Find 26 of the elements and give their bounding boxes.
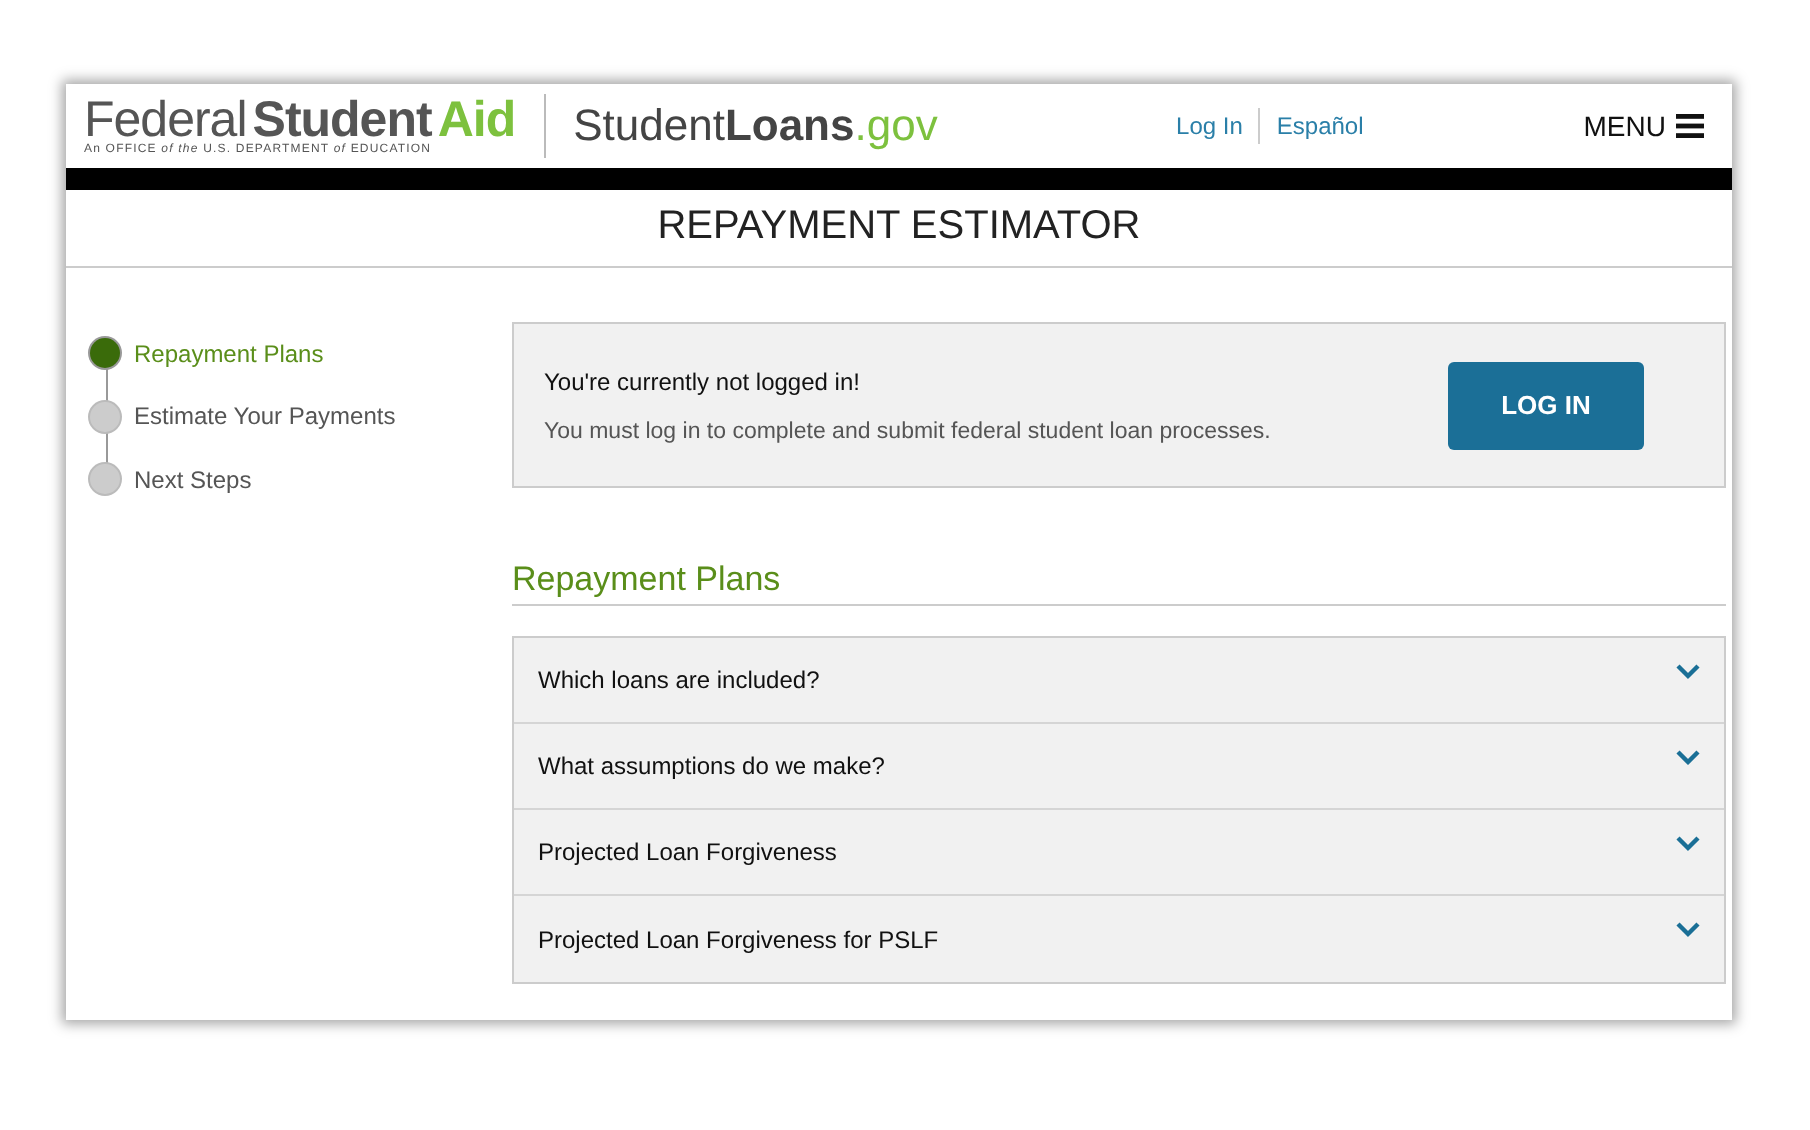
step-link[interactable]: Next Steps <box>134 465 252 494</box>
site-name-word: Student <box>573 100 725 152</box>
menu-button[interactable]: MENU <box>1583 110 1704 142</box>
accordion-item[interactable]: Which loans are included? <box>514 638 1724 724</box>
accordion-item[interactable]: What assumptions do we make? <box>514 724 1724 810</box>
login-button[interactable]: LOG IN <box>1448 361 1644 449</box>
page-title: REPAYMENT ESTIMATOR <box>66 190 1732 268</box>
chevron-down-icon <box>1676 922 1700 938</box>
step-link[interactable]: Repayment Plans <box>134 339 324 368</box>
logo-word: Aid <box>437 96 516 144</box>
notice-text: You must log in to complete and submit federal student loan processes. <box>544 419 1271 443</box>
site-name-word: Loans <box>724 100 855 152</box>
site-name-word: .gov <box>854 100 938 152</box>
accordion-item[interactable]: Projected Loan Forgiveness for PSLF <box>514 896 1724 982</box>
menu-icon <box>1676 114 1704 138</box>
section-title: Repayment Plans <box>512 560 1726 606</box>
accordion-item[interactable]: Projected Loan Forgiveness <box>514 810 1724 896</box>
header-link[interactable]: Español <box>1276 112 1364 140</box>
step-link[interactable]: Estimate Your Payments <box>134 402 396 431</box>
logo-word: Federal <box>84 96 247 144</box>
chevron-down-icon <box>1676 836 1700 852</box>
chevron-down-icon <box>1676 664 1700 680</box>
chevron-down-icon <box>1676 750 1700 766</box>
notice-title: You're currently not logged in! <box>544 367 862 395</box>
header-link[interactable]: Log In <box>1176 112 1243 140</box>
logo-word: Student <box>252 96 432 144</box>
